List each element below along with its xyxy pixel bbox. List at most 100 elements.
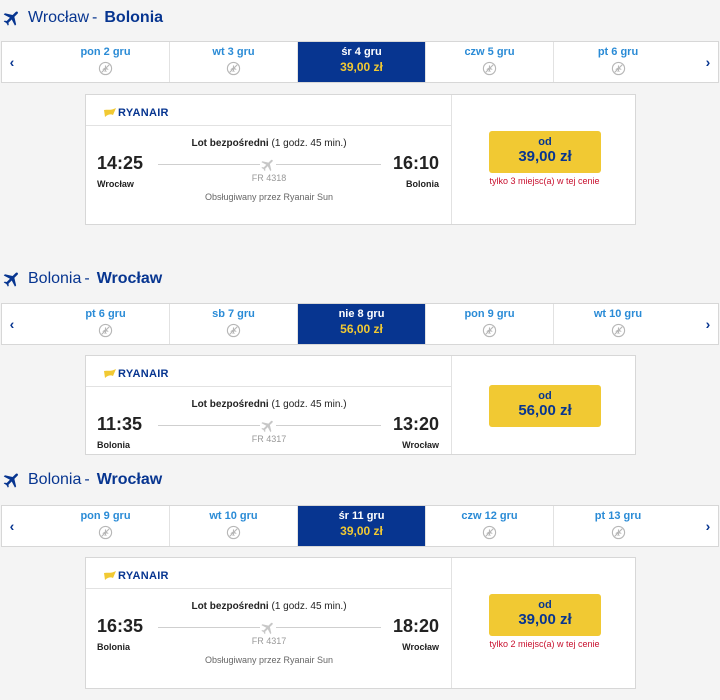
date-tab[interactable]: czw 12 gru	[426, 506, 554, 546]
divider	[86, 386, 451, 387]
no-flight-icon	[98, 323, 113, 338]
route-origin: Wrocław	[28, 9, 90, 26]
route-title: Bolonia - Wrocław	[0, 264, 162, 294]
no-flight-icon	[98, 61, 113, 76]
duration: (1 godz. 45 min.)	[271, 601, 347, 612]
arrival-city: Wrocław	[402, 440, 439, 450]
no-flight-icon	[611, 525, 625, 540]
route-plane-icon	[260, 418, 276, 434]
select-fare-button[interactable]: od 39,00 zł	[489, 131, 601, 173]
departure-time: 14:25	[97, 153, 144, 173]
route-separator: -	[84, 471, 90, 488]
fare-price: 39,00 zł	[518, 611, 572, 628]
next-dates-button[interactable]: ›	[698, 42, 718, 82]
date-tab[interactable]: wt 10 gru	[554, 304, 682, 344]
plane-icon	[0, 269, 28, 289]
date-tab[interactable]: pt 6 gru	[554, 42, 682, 82]
operated-by: Obsługiwany przez Ryanair Sun	[204, 655, 334, 665]
plane-icon	[0, 470, 28, 490]
airline-name: RYANAIR	[118, 368, 169, 380]
no-flight-icon	[98, 525, 113, 540]
date-tab[interactable]: pon 9 gru	[42, 506, 170, 546]
route-title: Bolonia - Wrocław	[0, 465, 162, 495]
date-tab-label: pt 13 gru	[594, 510, 642, 522]
departure-time: 16:35	[97, 616, 144, 636]
arrival-time: 18:20	[393, 616, 440, 636]
date-tab-price: 56,00 zł	[340, 322, 383, 336]
fare-price: 39,00 zł	[518, 148, 572, 165]
date-tab[interactable]: czw 5 gru	[426, 42, 554, 82]
flight-number: FR 4317	[251, 434, 287, 444]
date-tab-label: czw 12 gru	[461, 510, 518, 522]
no-flight-icon	[611, 323, 625, 338]
arrival-time: 13:20	[393, 414, 440, 434]
date-tab-label: czw 5 gru	[464, 46, 515, 58]
date-tab-price: 39,00 zł	[340, 524, 383, 538]
date-tab[interactable]: wt 10 gru	[170, 506, 298, 546]
date-tab[interactable]: pon 9 gru	[426, 304, 554, 344]
flight-details: RYANAIR Lot bezpośredni (1 godz. 45 min.…	[86, 558, 452, 688]
route-origin: Bolonia	[28, 471, 82, 488]
direct-flight-label: Lot bezpośredni (1 godz. 45 min.)	[86, 138, 452, 149]
flight-card: RYANAIR Lot bezpośredni (1 godz. 45 min.…	[85, 355, 636, 455]
route-destination: Wrocław	[96, 270, 163, 287]
divider	[86, 125, 451, 126]
date-tab-label: wt 10 gru	[209, 510, 258, 522]
route-origin: Bolonia	[28, 270, 82, 287]
date-tab[interactable]: śr 11 gru 39,00 zł	[298, 506, 426, 546]
arrival-city: Wrocław	[402, 642, 439, 652]
ryanair-harp-logo	[104, 108, 116, 117]
fare-price: 56,00 zł	[518, 402, 572, 419]
price-prefix: od	[538, 390, 552, 402]
date-tab[interactable]: nie 8 gru 56,00 zł	[298, 304, 426, 344]
date-tab-label: pon 2 gru	[80, 46, 131, 58]
arrival-city: Bolonia	[406, 179, 439, 189]
route-separator: -	[84, 270, 90, 287]
airline-logo: RYANAIR	[104, 570, 169, 582]
airline-name: RYANAIR	[118, 107, 169, 119]
airline-logo: RYANAIR	[104, 368, 169, 380]
price-prefix: od	[538, 599, 552, 611]
seats-left-note: tylko 2 miejsc(a) w tej cenie	[489, 639, 600, 649]
no-flight-icon	[611, 61, 625, 76]
no-flight-icon	[482, 61, 497, 76]
date-selector: ‹ pt 6 gru sb 7 gru nie 8 gru 56,00 zł p…	[1, 303, 719, 345]
airline-name: RYANAIR	[118, 570, 169, 582]
route-plane-icon	[260, 157, 276, 173]
flight-details: RYANAIR Lot bezpośredni (1 godz. 45 min.…	[86, 95, 452, 224]
date-tab-label: pt 6 gru	[597, 46, 639, 58]
select-fare-button[interactable]: od 39,00 zł	[489, 594, 601, 636]
date-tab[interactable]: sb 7 gru	[170, 304, 298, 344]
departure-time: 11:35	[97, 414, 143, 434]
flight-details: RYANAIR Lot bezpośredni (1 godz. 45 min.…	[86, 356, 452, 454]
date-tab-label: pt 6 gru	[85, 308, 126, 320]
no-flight-icon	[226, 323, 241, 338]
date-tab[interactable]: śr 4 gru 39,00 zł	[298, 42, 426, 82]
date-tab[interactable]: pt 6 gru	[42, 304, 170, 344]
route-title: Wrocław - Bolonia	[0, 3, 163, 33]
ryanair-harp-logo	[104, 369, 116, 378]
date-tab[interactable]: pt 13 gru	[554, 506, 682, 546]
next-dates-button[interactable]: ›	[698, 304, 718, 344]
divider	[86, 588, 451, 589]
no-flight-icon	[226, 61, 241, 76]
direct-flight-label: Lot bezpośredni (1 godz. 45 min.)	[86, 601, 452, 612]
flight-number: FR 4317	[251, 636, 287, 646]
date-selector: ‹ pon 9 gru wt 10 gru śr 11 gru 39,00 zł…	[1, 505, 719, 547]
prev-dates-button[interactable]: ‹	[2, 304, 22, 344]
date-tab-price: 39,00 zł	[340, 60, 383, 74]
select-fare-button[interactable]: od 56,00 zł	[489, 385, 601, 427]
prev-dates-button[interactable]: ‹	[2, 506, 22, 546]
date-tab-label: śr 11 gru	[338, 510, 385, 522]
duration: (1 godz. 45 min.)	[271, 138, 347, 149]
seats-left-note: tylko 3 miejsc(a) w tej cenie	[489, 176, 600, 186]
next-dates-button[interactable]: ›	[698, 506, 718, 546]
date-tab-label: sb 7 gru	[212, 308, 255, 320]
date-tab[interactable]: pon 2 gru	[42, 42, 170, 82]
prev-dates-button[interactable]: ‹	[2, 42, 22, 82]
date-tab-label: wt 10 gru	[593, 308, 643, 320]
duration: (1 godz. 45 min.)	[271, 399, 347, 410]
direct-label: Lot bezpośredni	[191, 399, 269, 410]
flight-card: RYANAIR Lot bezpośredni (1 godz. 45 min.…	[85, 557, 636, 689]
date-tab[interactable]: wt 3 gru	[170, 42, 298, 82]
